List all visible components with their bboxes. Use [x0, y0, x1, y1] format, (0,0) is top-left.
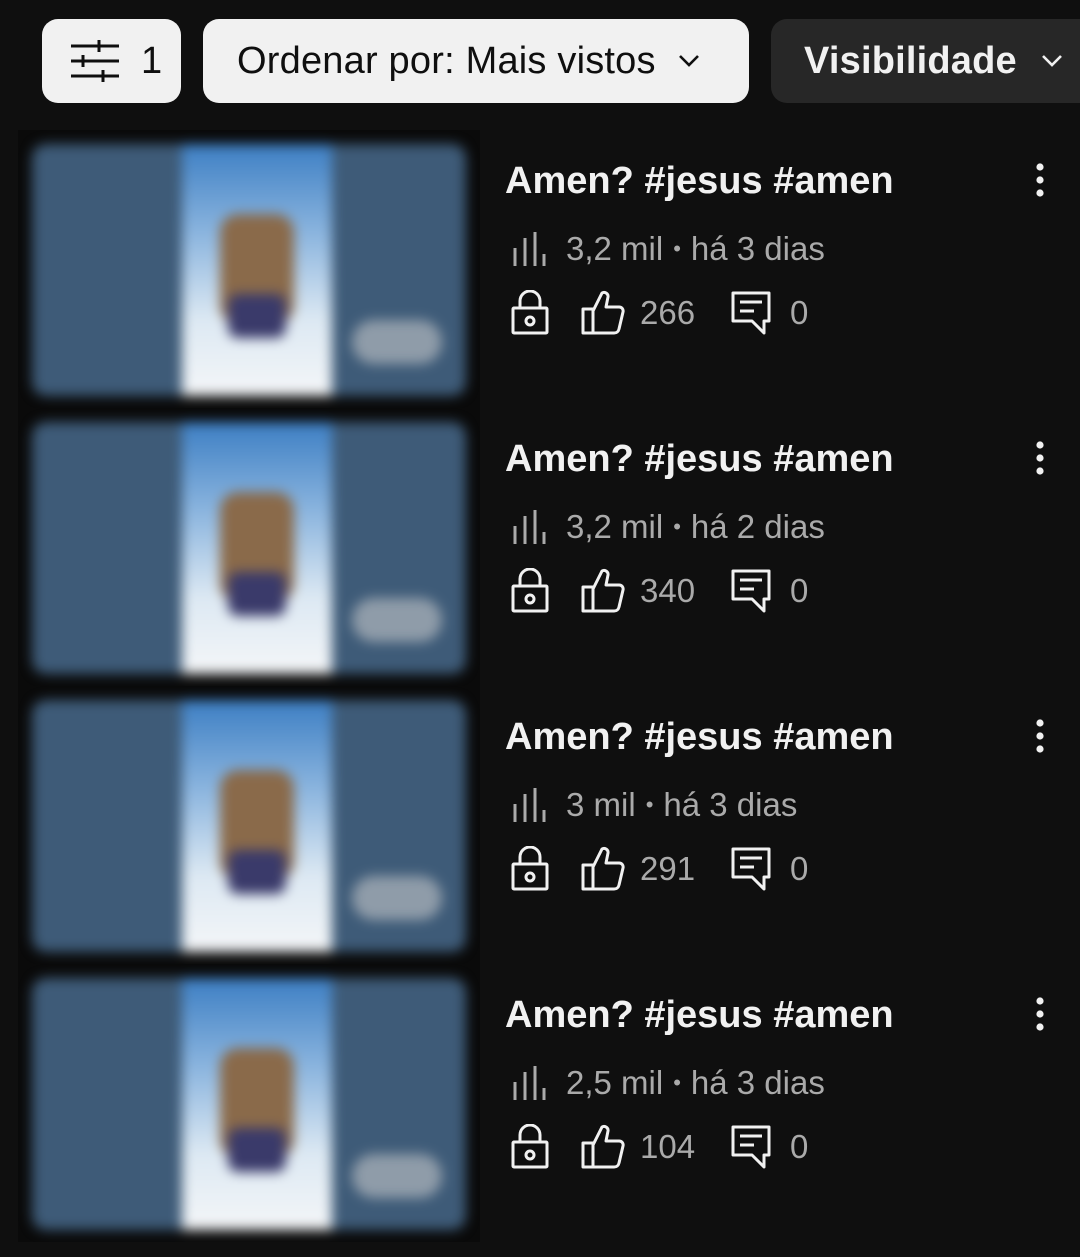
comment-icon [730, 290, 772, 336]
comment-icon [730, 568, 772, 614]
like-icon [580, 290, 626, 336]
like-icon [580, 568, 626, 614]
meta-separator: • [645, 792, 654, 817]
comments-count: 0 [790, 850, 809, 887]
more-vert-icon [1036, 997, 1044, 1031]
views-chart-icon [510, 230, 548, 268]
more-vert-icon [1036, 441, 1044, 475]
tune-icon [69, 39, 121, 83]
video-stats: 104 0 [510, 1124, 808, 1170]
video-meta: 3 mil • há 3 dias [510, 782, 797, 828]
likes-count: 104 [640, 1128, 696, 1165]
meta-separator: • [673, 1070, 681, 1095]
views-count: 3,2 mil [566, 230, 664, 267]
video-thumbnail[interactable] [18, 408, 480, 686]
comment-icon [730, 846, 772, 892]
video-stats: 340 0 [510, 568, 808, 614]
more-options-button[interactable] [1020, 994, 1060, 1034]
more-vert-icon [1036, 163, 1044, 197]
upload-age: há 2 dias [690, 508, 825, 545]
upload-age: há 3 dias [690, 1064, 825, 1101]
views-chart-icon [510, 786, 548, 824]
more-options-button[interactable] [1020, 716, 1060, 756]
views-count: 3,2 mil [566, 508, 664, 545]
video-title[interactable]: Amen? #jesus #amen [505, 716, 894, 759]
video-thumbnail[interactable] [18, 964, 480, 1242]
chevron-down-icon [1041, 54, 1063, 68]
likes-count: 340 [640, 572, 696, 609]
sort-chip[interactable]: Ordenar por: Mais vistos [203, 19, 749, 103]
filter-count: 1 [141, 39, 163, 82]
like-icon [580, 846, 626, 892]
upload-age: há 3 dias [690, 230, 825, 267]
meta-separator: • [673, 236, 681, 261]
comments-count: 0 [790, 1128, 809, 1165]
thumbnail-image [32, 978, 466, 1230]
visibility-label: Visibilidade [804, 39, 1017, 82]
more-vert-icon [1036, 719, 1044, 753]
filter-bar: 1 Ordenar por: Mais vistos Visibilidade [0, 19, 1080, 103]
comments-count: 0 [790, 294, 809, 331]
video-meta: 3,2 mil • há 2 dias [510, 504, 825, 550]
video-title[interactable]: Amen? #jesus #amen [505, 994, 894, 1037]
video-row[interactable]: Amen? #jesus #amen 2,5 mil • há 3 dias 1… [0, 964, 1080, 1242]
views-count: 2,5 mil [566, 1064, 664, 1101]
thumbnail-image [32, 144, 466, 396]
video-thumbnail[interactable] [18, 130, 480, 408]
video-title[interactable]: Amen? #jesus #amen [505, 438, 894, 481]
video-title[interactable]: Amen? #jesus #amen [505, 160, 894, 203]
upload-age: há 3 dias [663, 786, 798, 823]
sort-label: Ordenar por: Mais vistos [237, 39, 656, 82]
video-stats: 266 0 [510, 290, 808, 336]
lock-icon [510, 290, 550, 336]
more-options-button[interactable] [1020, 438, 1060, 478]
comments-count: 0 [790, 572, 809, 609]
views-count: 3 mil [566, 786, 636, 823]
meta-separator: • [673, 514, 681, 539]
likes-count: 291 [640, 850, 696, 887]
filter-chip[interactable]: 1 [42, 19, 181, 103]
like-icon [580, 1124, 626, 1170]
comment-icon [730, 1124, 772, 1170]
video-row[interactable]: Amen? #jesus #amen 3,2 mil • há 3 dias 2… [0, 130, 1080, 408]
views-chart-icon [510, 1064, 548, 1102]
thumbnail-image [32, 700, 466, 952]
visibility-chip[interactable]: Visibilidade [771, 19, 1080, 103]
more-options-button[interactable] [1020, 160, 1060, 200]
video-stats: 291 0 [510, 846, 808, 892]
lock-icon [510, 568, 550, 614]
thumbnail-image [32, 422, 466, 674]
video-thumbnail[interactable] [18, 686, 480, 964]
video-row[interactable]: Amen? #jesus #amen 3,2 mil • há 2 dias 3… [0, 408, 1080, 686]
chevron-down-icon [678, 54, 700, 68]
video-row[interactable]: Amen? #jesus #amen 3 mil • há 3 dias 291… [0, 686, 1080, 964]
video-meta: 2,5 mil • há 3 dias [510, 1060, 825, 1106]
video-meta: 3,2 mil • há 3 dias [510, 226, 825, 272]
likes-count: 266 [640, 294, 696, 331]
views-chart-icon [510, 508, 548, 546]
lock-icon [510, 846, 550, 892]
lock-icon [510, 1124, 550, 1170]
